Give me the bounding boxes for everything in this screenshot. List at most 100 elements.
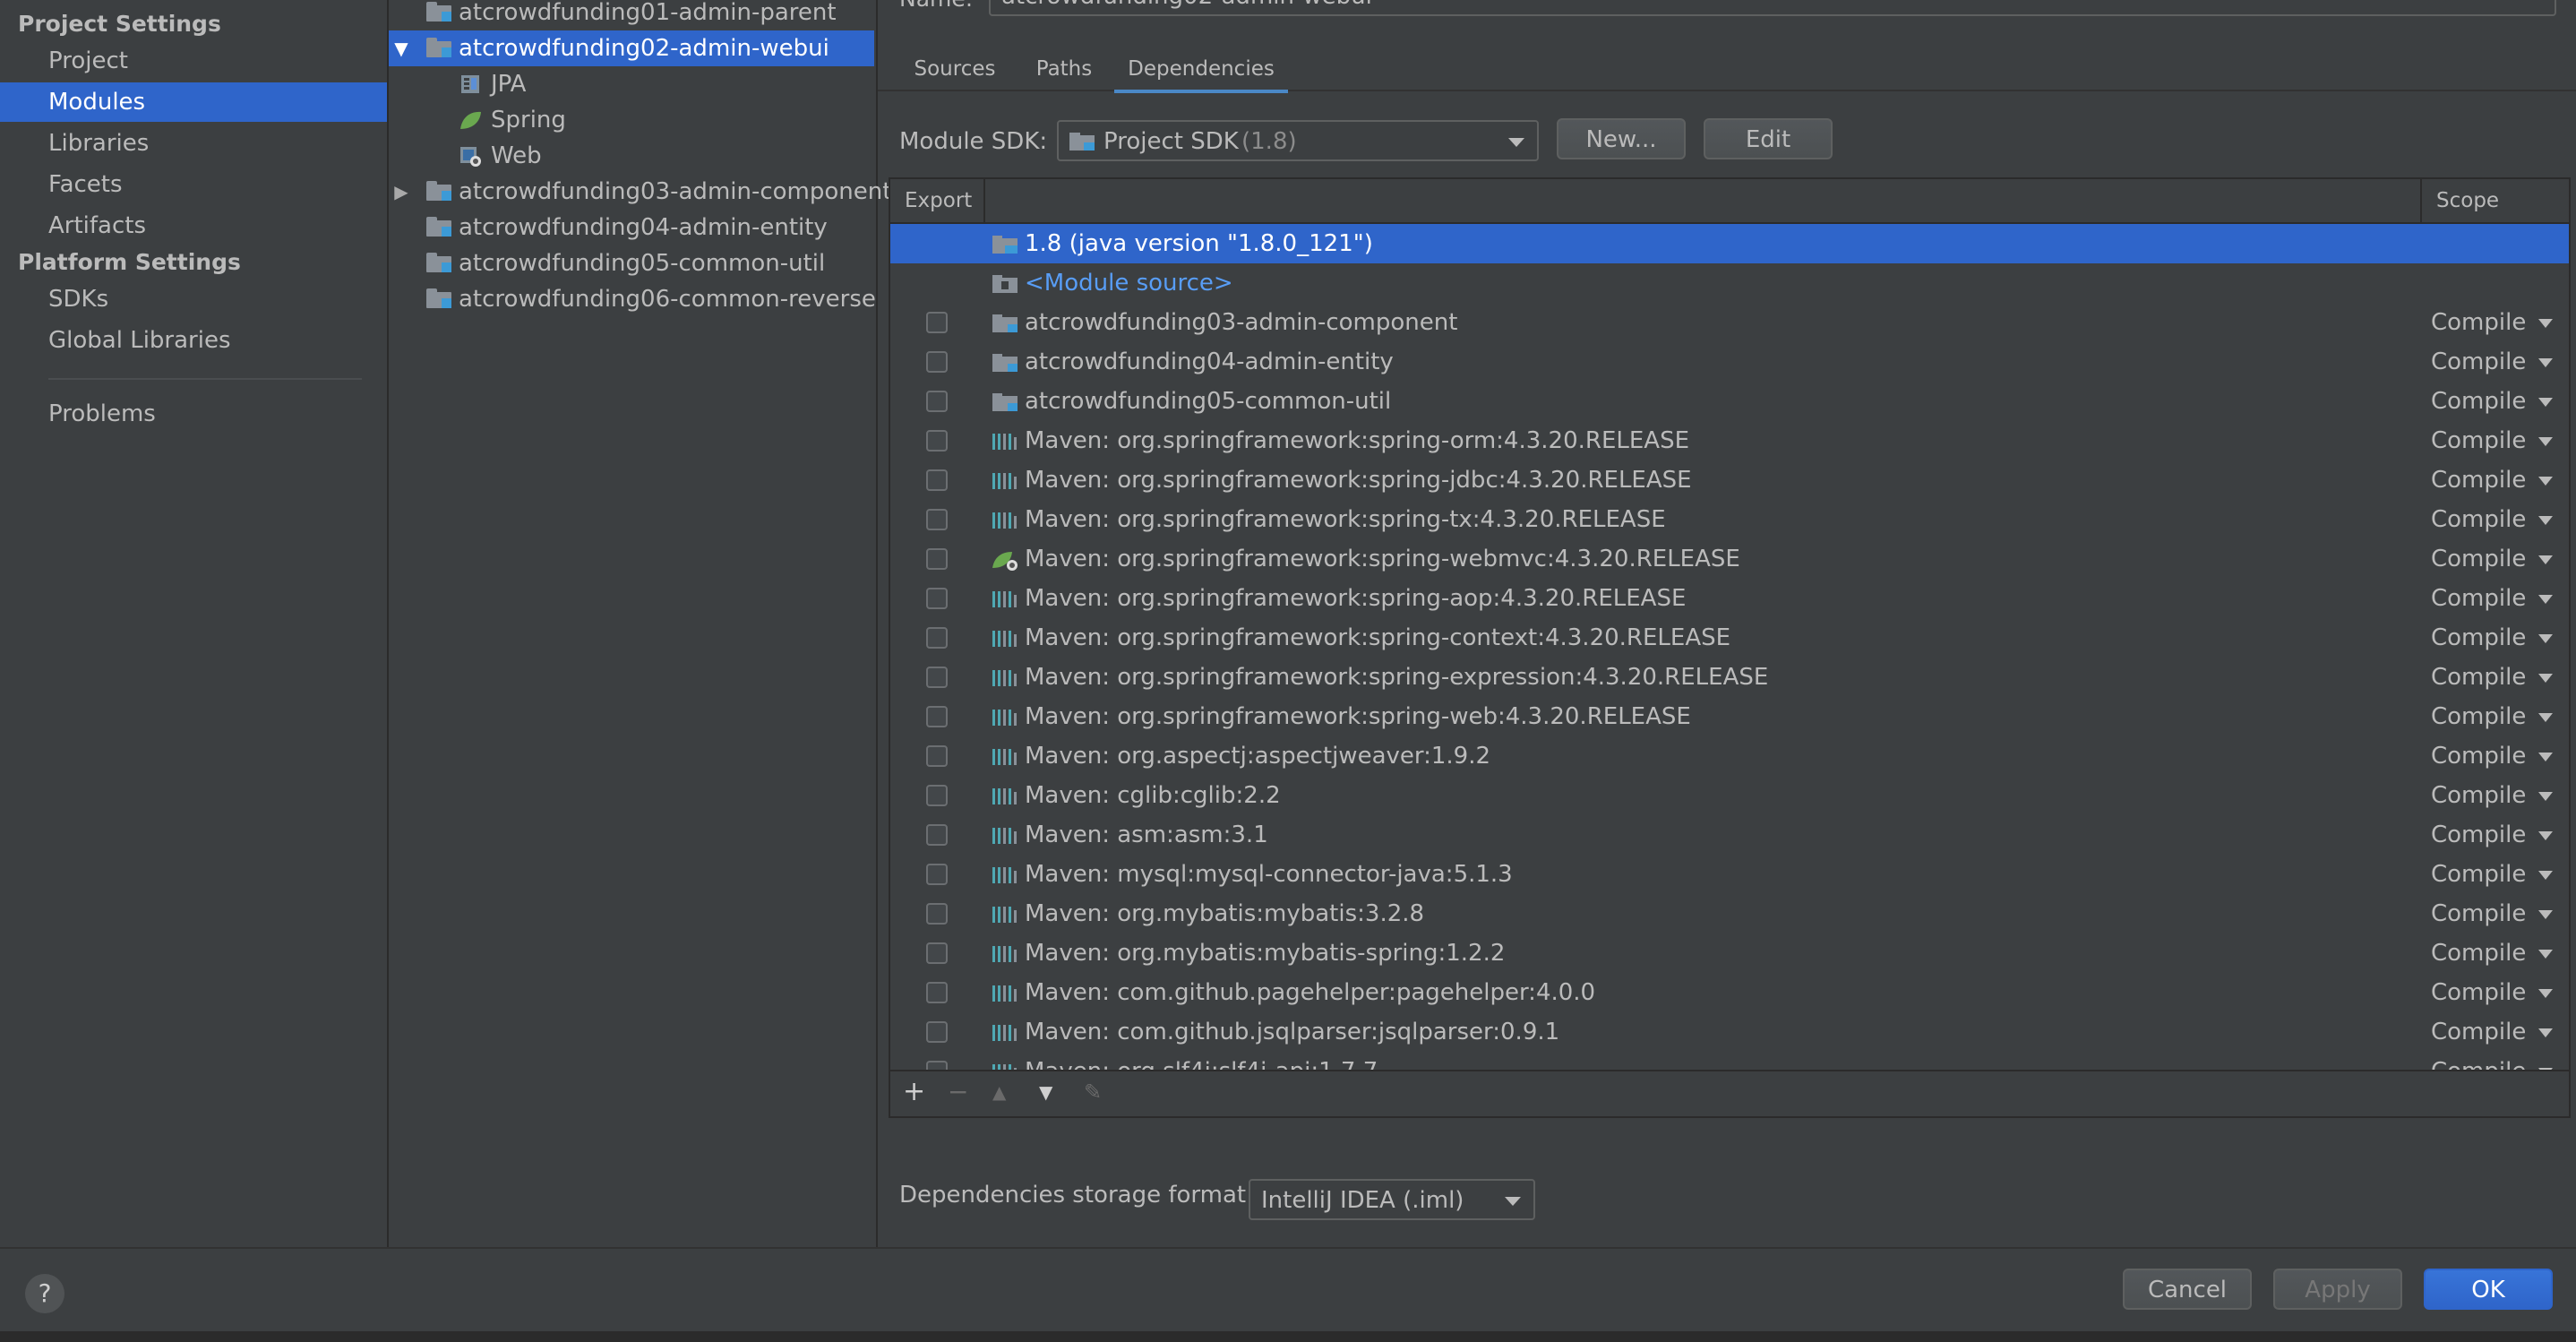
tree-item-module[interactable]: atcrowdfunding06-common-reverse bbox=[389, 281, 876, 317]
table-row[interactable]: Maven: com.github.jsqlparser:jsqlparser:… bbox=[890, 1012, 2569, 1052]
table-row[interactable]: Maven: org.mybatis:mybatis:3.2.8 Compile bbox=[890, 894, 2569, 933]
tree-item-module[interactable]: atcrowdfunding01-admin-parent bbox=[389, 0, 876, 30]
chevron-down-icon[interactable] bbox=[2538, 989, 2553, 998]
scope-select[interactable]: Compile bbox=[2431, 579, 2526, 618]
nav-item-modules[interactable]: Modules bbox=[0, 82, 387, 122]
add-dependency-button[interactable]: + bbox=[903, 1071, 925, 1113]
scope-select[interactable]: Compile bbox=[2431, 855, 2526, 894]
export-checkbox[interactable] bbox=[926, 351, 948, 373]
export-checkbox[interactable] bbox=[926, 1061, 948, 1070]
nav-item-facets[interactable]: Facets bbox=[0, 165, 387, 204]
export-checkbox[interactable] bbox=[926, 942, 948, 964]
scope-select[interactable]: Compile bbox=[2431, 421, 2526, 460]
table-row[interactable]: Maven: org.springframework:spring-expres… bbox=[890, 658, 2569, 697]
tab-dependencies[interactable]: Dependencies bbox=[1114, 48, 1288, 93]
new-sdk-button[interactable]: New... bbox=[1557, 118, 1686, 159]
export-checkbox[interactable] bbox=[926, 430, 948, 452]
export-checkbox[interactable] bbox=[926, 391, 948, 412]
export-checkbox[interactable] bbox=[926, 548, 948, 570]
tree-item-facet-jpa[interactable]: JPA bbox=[389, 66, 876, 102]
scope-select[interactable]: Compile bbox=[2431, 382, 2526, 421]
table-row[interactable]: Maven: mysql:mysql-connector-java:5.1.3 C… bbox=[890, 855, 2569, 894]
chevron-down-icon[interactable] bbox=[2538, 319, 2553, 328]
chevron-down-icon[interactable] bbox=[2538, 674, 2553, 683]
export-checkbox[interactable] bbox=[926, 706, 948, 727]
cancel-button[interactable]: Cancel bbox=[2123, 1269, 2252, 1310]
chevron-down-icon[interactable] bbox=[2538, 910, 2553, 919]
tree-item-module[interactable]: atcrowdfunding05-common-util bbox=[389, 245, 876, 281]
table-row[interactable]: Maven: org.springframework:spring-contex… bbox=[890, 618, 2569, 658]
nav-item-libraries[interactable]: Libraries bbox=[0, 124, 387, 163]
table-row[interactable]: <Module source> bbox=[890, 263, 2569, 303]
module-sdk-select[interactable]: Project SDK (1.8) bbox=[1057, 120, 1539, 161]
table-row[interactable]: Maven: org.springframework:spring-orm:4.… bbox=[890, 421, 2569, 460]
scope-select[interactable]: Compile bbox=[2431, 697, 2526, 736]
table-row[interactable]: Maven: org.springframework:spring-webmvc… bbox=[890, 539, 2569, 579]
scope-select[interactable]: Compile bbox=[2431, 1052, 2526, 1070]
export-checkbox[interactable] bbox=[926, 667, 948, 688]
scope-select[interactable]: Compile bbox=[2431, 500, 2526, 539]
export-checkbox[interactable] bbox=[926, 627, 948, 649]
tree-item-module[interactable]: ▶ atcrowdfunding03-admin-component bbox=[389, 174, 891, 210]
table-row[interactable]: Maven: org.springframework:spring-tx:4.3… bbox=[890, 500, 2569, 539]
chevron-down-icon[interactable] bbox=[2538, 713, 2553, 722]
table-row[interactable]: atcrowdfunding04-admin-entity Compile bbox=[890, 342, 2569, 382]
export-checkbox[interactable] bbox=[926, 745, 948, 767]
table-row[interactable]: Maven: org.slf4j:slf4j-api:1.7.7 Compile bbox=[890, 1052, 2569, 1070]
scope-select[interactable]: Compile bbox=[2431, 776, 2526, 815]
help-icon[interactable]: ? bbox=[25, 1274, 64, 1313]
table-row[interactable]: 1.8 (java version "1.8.0_121") bbox=[890, 224, 2569, 263]
scope-select[interactable]: Compile bbox=[2431, 342, 2526, 382]
table-row[interactable]: atcrowdfunding05-common-util Compile bbox=[890, 382, 2569, 421]
tree-item-facet-spring[interactable]: Spring bbox=[389, 102, 876, 138]
move-down-button[interactable]: ▼ bbox=[1039, 1071, 1052, 1113]
table-row[interactable]: Maven: org.springframework:spring-aop:4.… bbox=[890, 579, 2569, 618]
table-row[interactable]: Maven: org.springframework:spring-web:4.… bbox=[890, 697, 2569, 736]
export-checkbox[interactable] bbox=[926, 982, 948, 1003]
chevron-down-icon[interactable] bbox=[2538, 634, 2553, 643]
scope-select[interactable]: Compile bbox=[2431, 973, 2526, 1012]
scope-select[interactable]: Compile bbox=[2431, 815, 2526, 855]
scope-select[interactable]: Compile bbox=[2431, 1012, 2526, 1052]
table-row[interactable]: Maven: com.github.pagehelper:pagehelper:… bbox=[890, 973, 2569, 1012]
chevron-down-icon[interactable] bbox=[2538, 753, 2553, 761]
scope-select[interactable]: Compile bbox=[2431, 618, 2526, 658]
remove-dependency-button[interactable]: − bbox=[948, 1071, 968, 1113]
ok-button[interactable]: OK bbox=[2424, 1269, 2553, 1310]
module-name-field[interactable]: atcrowdfunding02-admin-webui bbox=[989, 0, 2556, 16]
chevron-down-icon[interactable] bbox=[2538, 516, 2553, 525]
scope-column-header[interactable]: Scope bbox=[2436, 179, 2499, 222]
chevron-down-icon[interactable] bbox=[2538, 595, 2553, 604]
nav-item-project[interactable]: Project bbox=[0, 41, 387, 81]
tree-item-facet-web[interactable]: Web bbox=[389, 138, 876, 174]
table-row[interactable]: Maven: asm:asm:3.1 Compile bbox=[890, 815, 2569, 855]
chevron-down-icon[interactable] bbox=[2538, 555, 2553, 564]
chevron-down-icon[interactable] bbox=[2538, 950, 2553, 959]
chevron-down-icon[interactable] bbox=[2538, 1028, 2553, 1037]
export-checkbox[interactable] bbox=[926, 785, 948, 806]
scope-select[interactable]: Compile bbox=[2431, 736, 2526, 776]
export-checkbox[interactable] bbox=[926, 864, 948, 885]
nav-item-problems[interactable]: Problems bbox=[0, 394, 387, 434]
table-row[interactable]: atcrowdfunding03-admin-component Compile bbox=[890, 303, 2569, 342]
export-checkbox[interactable] bbox=[926, 509, 948, 530]
table-row[interactable]: Maven: org.springframework:spring-jdbc:4… bbox=[890, 460, 2569, 500]
edit-dependency-button[interactable]: ✎ bbox=[1084, 1071, 1102, 1113]
export-checkbox[interactable] bbox=[926, 469, 948, 491]
scope-select[interactable]: Compile bbox=[2431, 539, 2526, 579]
export-checkbox[interactable] bbox=[926, 903, 948, 925]
chevron-down-icon[interactable] bbox=[2538, 792, 2553, 801]
scope-select[interactable]: Compile bbox=[2431, 894, 2526, 933]
chevron-down-icon[interactable] bbox=[2538, 871, 2553, 880]
storage-format-select[interactable]: IntelliJ IDEA (.iml) bbox=[1249, 1179, 1535, 1220]
export-checkbox[interactable] bbox=[926, 824, 948, 846]
export-checkbox[interactable] bbox=[926, 312, 948, 333]
nav-item-sdks[interactable]: SDKs bbox=[0, 280, 387, 319]
edit-sdk-button[interactable]: Edit bbox=[1704, 118, 1833, 159]
tab-sources[interactable]: Sources bbox=[906, 48, 1003, 90]
chevron-down-icon[interactable] bbox=[2538, 831, 2553, 840]
export-checkbox[interactable] bbox=[926, 588, 948, 609]
scope-select[interactable]: Compile bbox=[2431, 460, 2526, 500]
chevron-down-icon[interactable] bbox=[2538, 477, 2553, 486]
table-row[interactable]: Maven: org.aspectj:aspectjweaver:1.9.2 Co… bbox=[890, 736, 2569, 776]
